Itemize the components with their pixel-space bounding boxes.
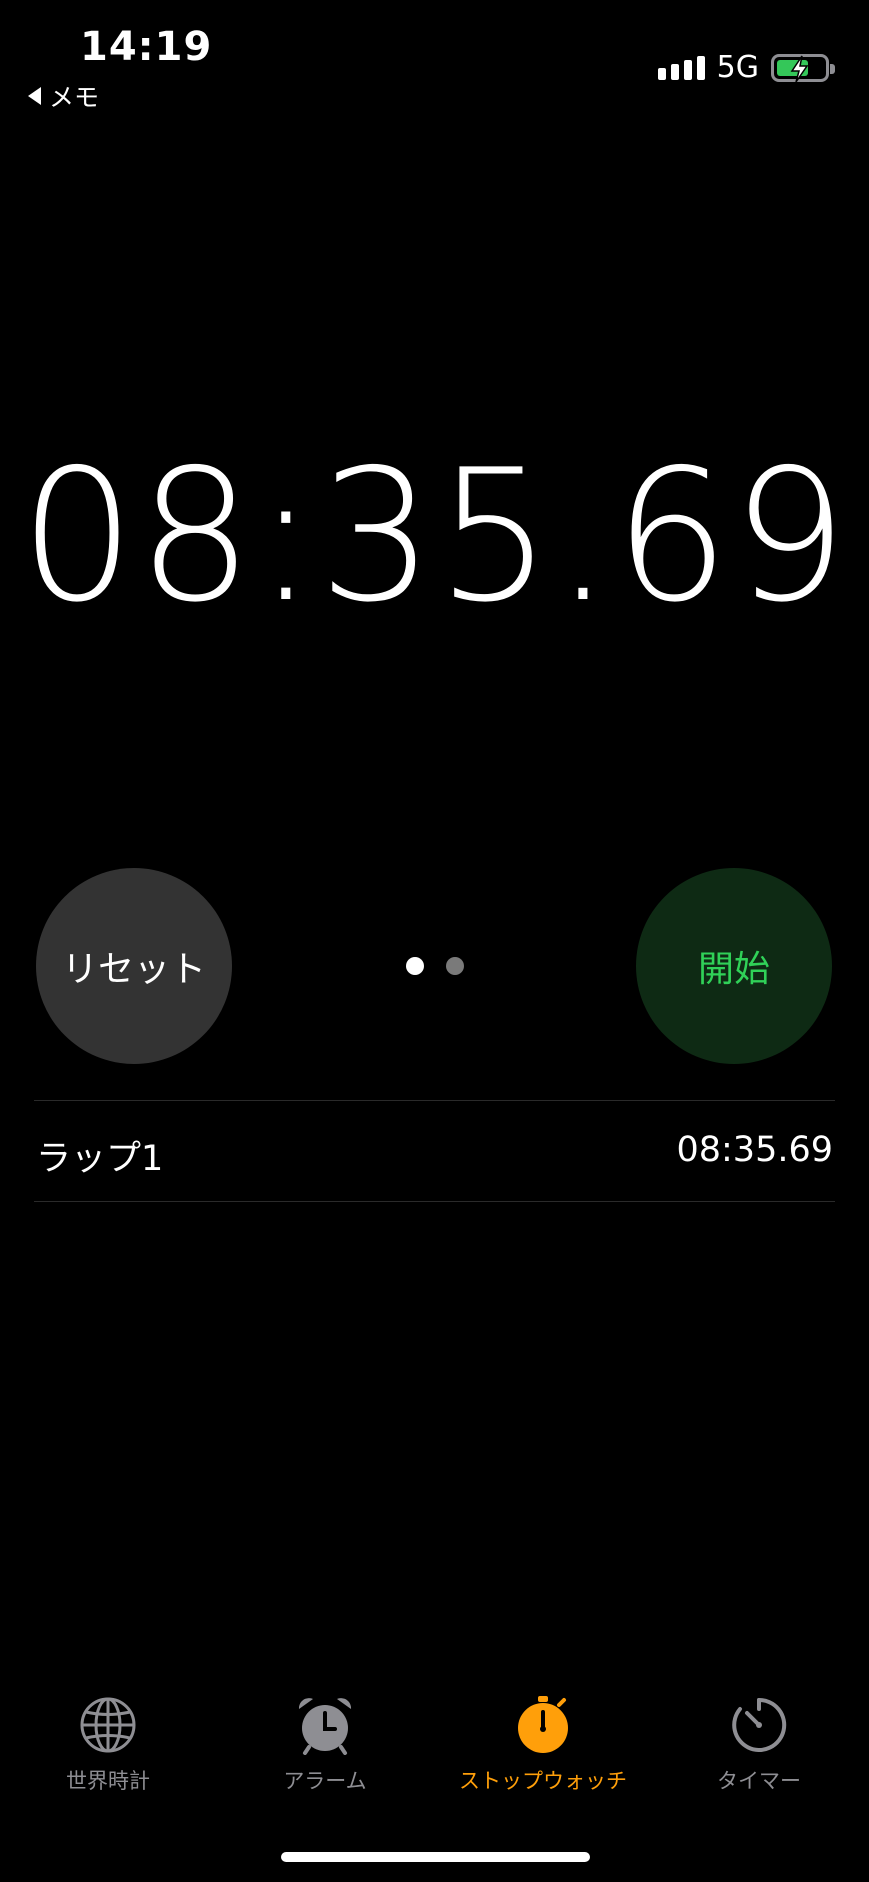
tab-bar: 世界時計 アラーム ストップウォッチ タイマー bbox=[0, 1695, 869, 1805]
lap-list-top-divider bbox=[34, 1100, 835, 1101]
start-button-label: 開始 bbox=[697, 949, 770, 990]
back-arrow-icon bbox=[28, 87, 41, 105]
page-indicator[interactable] bbox=[406, 957, 464, 975]
tab-label-alarm: アラーム bbox=[283, 1769, 367, 1793]
stopwatch-icon bbox=[518, 1696, 568, 1753]
tab-label-stopwatch: ストップウォッチ bbox=[459, 1769, 627, 1793]
globe-icon bbox=[80, 1697, 136, 1753]
tab-world-clock[interactable]: 世界時計 bbox=[8, 1695, 208, 1795]
page-dot-active bbox=[406, 957, 424, 975]
lap-time: 08:35.69 bbox=[676, 1130, 833, 1170]
tab-label-timer: タイマー bbox=[717, 1769, 801, 1793]
timer-icon bbox=[732, 1697, 787, 1752]
home-indicator[interactable] bbox=[281, 1852, 590, 1862]
lap-row-divider bbox=[34, 1201, 835, 1202]
lap-label: ラップ1 bbox=[36, 1139, 164, 1179]
stopwatch-display: 08:35.69 bbox=[19, 430, 850, 642]
alarm-clock-icon bbox=[298, 1698, 352, 1755]
start-button[interactable]: 開始 bbox=[636, 868, 832, 1064]
reset-button-label: リセット bbox=[61, 949, 206, 990]
lap-row: ラップ1 08:35.69 bbox=[36, 1130, 833, 1181]
tab-stopwatch[interactable]: ストップウォッチ bbox=[443, 1695, 643, 1795]
page-dot-inactive bbox=[446, 957, 464, 975]
tab-alarm[interactable]: アラーム bbox=[225, 1695, 425, 1795]
back-to-memo-link[interactable]: メモ bbox=[28, 78, 99, 114]
back-label: メモ bbox=[49, 83, 100, 112]
signal-strength-icon bbox=[657, 55, 705, 80]
reset-button[interactable]: リセット bbox=[36, 868, 232, 1064]
stopwatch-screen: 14:19 メモ 5G 08:35.69 リセット 開始 ラップ1 08:35.… bbox=[0, 0, 869, 1882]
tab-timer[interactable]: タイマー bbox=[659, 1695, 859, 1795]
status-indicators: 5G bbox=[657, 50, 835, 85]
status-time: 14:19 bbox=[80, 24, 213, 70]
battery-charging-icon bbox=[771, 53, 835, 82]
network-type-label: 5G bbox=[716, 50, 759, 85]
tab-label-world-clock: 世界時計 bbox=[66, 1769, 150, 1793]
